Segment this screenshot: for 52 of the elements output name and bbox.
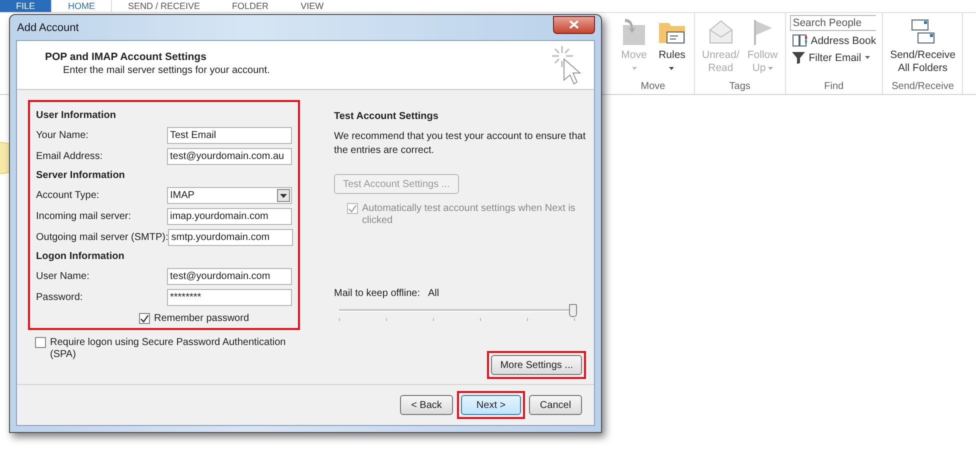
section-title: Server Information xyxy=(36,170,126,181)
input-field[interactable]: ******** xyxy=(167,289,292,306)
input-field[interactable]: test@yourdomain.com.au xyxy=(167,148,292,165)
group-label: Tags xyxy=(729,81,750,94)
close-icon xyxy=(569,20,579,29)
group-label: Move xyxy=(640,81,666,94)
close-button[interactable] xyxy=(553,16,595,34)
test-description: We recommend that you test your account to ensure that the entries are correct. xyxy=(334,130,587,158)
section-title: User Information xyxy=(36,110,118,121)
dialog-button[interactable]: < Back xyxy=(400,395,453,415)
window-title: Add Account xyxy=(16,22,79,34)
field-label: Account Type: xyxy=(36,190,100,201)
ribbon-tab[interactable]: SEND / RECEIVE xyxy=(112,0,216,12)
input-field[interactable]: imap.yourdomain.com xyxy=(167,208,292,225)
search-field[interactable]: Search People xyxy=(790,15,876,31)
funnel-icon xyxy=(792,51,805,64)
check-icon xyxy=(140,314,149,324)
group-label: Send/Receive xyxy=(892,81,954,94)
field-label: Email Address: xyxy=(36,151,103,162)
offline-slider[interactable] xyxy=(339,303,575,323)
dialog-button[interactable]: Next > xyxy=(461,395,521,415)
field-label: User Name: xyxy=(36,271,90,282)
ribbon-tab[interactable]: FILE xyxy=(0,0,52,12)
dialog-heading: POP and IMAP Account Settings xyxy=(45,51,208,63)
cursor-icon xyxy=(550,45,584,85)
book-icon xyxy=(792,34,807,47)
ribbon-button[interactable]: Send/Receive All Folders xyxy=(887,15,958,81)
field-label: Incoming mail server: xyxy=(36,211,132,222)
field-label: Your Name: xyxy=(36,130,88,141)
address-book-button[interactable]: Address Book xyxy=(790,33,878,48)
filter-button[interactable]: Filter Email xyxy=(790,50,878,65)
spa-checkbox[interactable]: Require logon using Secure Password Authentication (SPA) xyxy=(35,337,295,361)
offline-label: Mail to keep offline: xyxy=(334,288,420,299)
group-label: Find xyxy=(824,81,844,94)
input-field[interactable]: smtp.yourdomain.com xyxy=(168,229,294,246)
offline-reading: All xyxy=(428,288,440,299)
more-settings-button[interactable]: More Settings ... xyxy=(491,355,582,375)
dialog-button[interactable]: Cancel xyxy=(529,395,582,415)
input-field[interactable]: Test Email xyxy=(167,127,292,144)
section-title: Test Account Settings xyxy=(334,111,440,122)
dialog-subheading: Enter the mail server settings for your account. xyxy=(62,65,270,76)
account-type-dropdown[interactable]: IMAP xyxy=(167,187,292,204)
input-field[interactable]: test@yourdomain.com xyxy=(167,268,292,285)
remember-password-checkbox[interactable]: Remember password xyxy=(138,313,250,325)
field-label: Password: xyxy=(36,292,83,303)
caret-icon xyxy=(280,194,287,198)
ribbon-tab[interactable]: FOLDER xyxy=(216,0,285,12)
field-label: Outgoing mail server (SMTP): xyxy=(36,232,168,243)
section-title: Logon Information xyxy=(36,251,126,262)
ribbon-button[interactable]: Rules xyxy=(654,15,690,81)
ribbon-tab[interactable]: VIEW xyxy=(284,0,340,12)
check-icon xyxy=(348,204,357,214)
